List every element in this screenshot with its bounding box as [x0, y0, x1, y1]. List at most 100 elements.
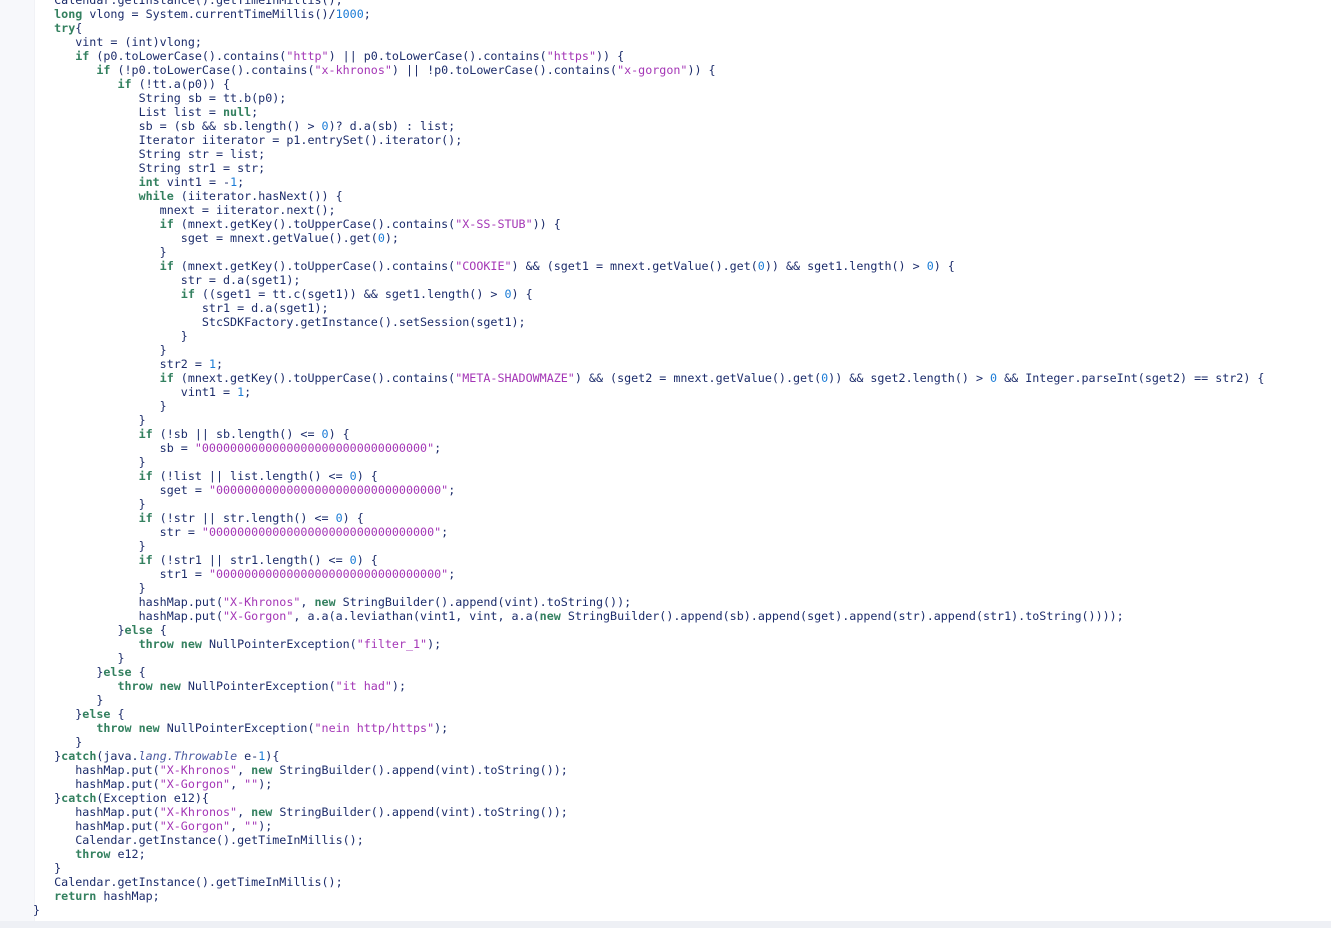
code-line: } — [33, 343, 1264, 357]
code-line: hashMap.put("X-Khronos", new StringBuild… — [33, 595, 1264, 609]
code-line: str1 = "00000000000000000000000000000000… — [33, 567, 1264, 581]
code-line: sget = "00000000000000000000000000000000… — [33, 483, 1264, 497]
code-token: "https" — [546, 49, 596, 63]
code-token: 0 — [349, 553, 357, 567]
code-token: "X-Gorgon" — [223, 609, 294, 623]
code-token: sb = (sb && sb.length() > — [138, 119, 322, 133]
code-token: str1 = — [159, 567, 209, 581]
code-line: str = d.a(sget1); — [33, 273, 1264, 287]
code-line: sb = "00000000000000000000000000000000"; — [33, 441, 1264, 455]
code-token: "X-Gorgon" — [159, 819, 231, 833]
code-line: } — [33, 329, 1264, 343]
code-token: if — [159, 259, 174, 273]
code-token: { — [110, 707, 125, 721]
code-token: )? d.a(sb) : list; — [328, 119, 456, 133]
code-line: Calendar.getInstance().getTimeInMillis()… — [33, 0, 1264, 7]
code-token: if — [180, 287, 195, 301]
code-line: if (!p0.toLowerCase().contains("x-khrono… — [33, 63, 1264, 77]
code-line: throw new NullPointerException("filter_1… — [33, 637, 1264, 651]
code-line: if ((sget1 = tt.c(sget1)) && sget1.lengt… — [33, 287, 1264, 301]
code-line: }else { — [33, 623, 1264, 637]
code-token: new — [251, 805, 273, 819]
code-line: hashMap.put("X-Gorgon", ""); — [33, 777, 1264, 791]
code-line: } — [33, 903, 1264, 917]
code-token: str1 = d.a(sget1); — [201, 301, 329, 315]
code-token: if — [159, 217, 174, 231]
code-token: , — [237, 763, 252, 777]
code-token: ) && (sget1 = mnext.getValue().get( — [511, 259, 758, 273]
code-line: } — [33, 539, 1264, 553]
code-token: (!str || str.length() <= — [152, 511, 336, 525]
code-token: ); — [258, 777, 273, 791]
code-token: throw new — [96, 721, 160, 735]
code-line: hashMap.put("X-Gorgon", ""); — [33, 819, 1264, 833]
code-line: String str1 = str; — [33, 161, 1264, 175]
code-token: str2 = — [159, 357, 209, 371]
code-token: ) { — [356, 553, 378, 567]
code-area[interactable]: Calendar.getInstance().getTimeInMillis()… — [33, 0, 1264, 917]
code-token: , — [300, 595, 315, 609]
code-token: e- — [237, 749, 259, 763]
code-token: (Exception e12){ — [96, 791, 209, 805]
code-token: lang.Throwable — [138, 749, 238, 763]
code-line: hashMap.put("X-Khronos", new StringBuild… — [33, 763, 1264, 777]
code-token: vint1 = — [180, 385, 238, 399]
code-token: 0 — [990, 371, 998, 385]
code-token: str = — [159, 525, 202, 539]
code-line: hashMap.put("X-Khronos", new StringBuild… — [33, 805, 1264, 819]
code-token: (!sb || sb.length() <= — [152, 427, 322, 441]
code-line: } — [33, 245, 1264, 259]
code-token: } — [117, 651, 125, 665]
code-line: throw new NullPointerException("it had")… — [33, 679, 1264, 693]
code-line: vint1 = 1; — [33, 385, 1264, 399]
code-token: try — [54, 21, 76, 35]
code-token: return — [54, 889, 97, 903]
code-line: }catch(Exception e12){ — [33, 791, 1264, 805]
code-line: int vint1 = -1; — [33, 175, 1264, 189]
code-line: if (!str1 || str1.length() <= 0) { — [33, 553, 1264, 567]
code-token: } — [138, 581, 146, 595]
code-token: (mnext.getKey().toUpperCase().contains( — [173, 217, 456, 231]
code-line: } — [33, 693, 1264, 707]
code-token: "X-Khronos" — [223, 595, 301, 609]
code-token: mnext = iiterator.next(); — [159, 203, 336, 217]
code-token: { — [75, 21, 83, 35]
code-token: ) || p0.toLowerCase().contains( — [328, 49, 547, 63]
code-token: ){ — [265, 749, 280, 763]
code-line: } — [33, 455, 1264, 469]
code-token: "it had" — [335, 679, 392, 693]
code-token: } — [117, 623, 125, 637]
code-token: 0 — [321, 427, 329, 441]
code-token: else — [82, 707, 111, 721]
code-line: Calendar.getInstance().getTimeInMillis()… — [33, 875, 1264, 889]
code-token: "x-khronos" — [314, 63, 392, 77]
code-token: new — [539, 609, 561, 623]
code-token: String str1 = str; — [138, 161, 266, 175]
code-token: ); — [384, 231, 399, 245]
horizontal-scrollbar-track[interactable] — [0, 921, 1331, 928]
code-token: (!p0.toLowerCase().contains( — [110, 63, 315, 77]
code-token: if — [138, 511, 153, 525]
code-token: } — [159, 399, 167, 413]
code-token: { — [131, 665, 146, 679]
code-token: ); — [258, 819, 273, 833]
code-token: ; — [237, 175, 245, 189]
code-token: catch — [61, 749, 97, 763]
code-token: (!str1 || str1.length() <= — [152, 553, 350, 567]
code-token: "META-SHADOWMAZE" — [455, 371, 575, 385]
code-token: ; — [251, 105, 259, 119]
code-line: while (iiterator.hasNext()) { — [33, 189, 1264, 203]
code-token: "nein http/https" — [314, 721, 435, 735]
code-token: NullPointerException( — [159, 721, 315, 735]
code-token: )) { — [532, 217, 561, 231]
code-token: ; — [448, 483, 456, 497]
code-line: } — [33, 399, 1264, 413]
code-line: hashMap.put("X-Gorgon", a.a(a.leviathan(… — [33, 609, 1264, 623]
code-line: } — [33, 413, 1264, 427]
code-token: Calendar.getInstance().getTimeInMillis()… — [54, 875, 343, 889]
code-token: str = d.a(sget1); — [180, 273, 301, 287]
code-token: 1000 — [335, 7, 364, 21]
code-token: , — [237, 805, 252, 819]
code-token: && Integer.parseInt(sget2) == str2) { — [997, 371, 1265, 385]
code-token: } — [138, 497, 146, 511]
